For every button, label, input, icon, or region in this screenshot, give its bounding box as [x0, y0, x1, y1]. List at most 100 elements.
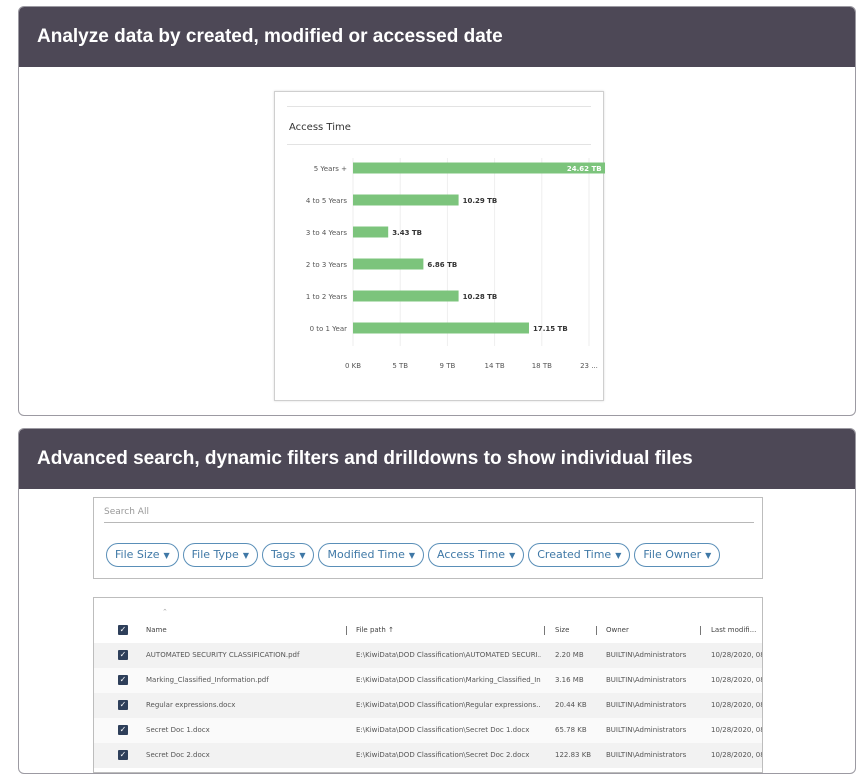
- cell-file-path: E:\KiwiData\DOD Classification\Secret Do…: [356, 751, 530, 759]
- column-separator[interactable]: [346, 626, 347, 635]
- table-row[interactable]: ✓ AUTOMATED SECURITY CLASSIFICATION.pdf …: [94, 643, 762, 668]
- caret-down-icon: ▼: [163, 551, 170, 560]
- filter-created-time[interactable]: Created Time ▼: [528, 543, 631, 567]
- caret-down-icon: ▼: [242, 551, 249, 560]
- cell-last-modified: 10/28/2020, 08:...: [711, 676, 762, 684]
- category-label: 0 to 1 Year: [310, 325, 348, 333]
- row-checkbox[interactable]: ✓: [118, 650, 128, 660]
- resize-handle-icon: ⌃: [162, 609, 168, 616]
- caret-down-icon: ▼: [509, 551, 516, 560]
- cell-size: 3.16 MB: [555, 676, 584, 684]
- cell-owner: BUILTIN\Administrators: [606, 651, 687, 659]
- filter-label: Tags: [270, 548, 296, 561]
- cell-last-modified: 10/28/2020, 08:...: [711, 751, 762, 759]
- table-row[interactable]: ✓ Secret Doc 2.docx E:\KiwiData\DOD Clas…: [94, 743, 762, 768]
- cell-name: AUTOMATED SECURITY CLASSIFICATION.pdf: [146, 651, 300, 659]
- cell-size: 20.44 KB: [555, 701, 587, 709]
- data-label: 3.43 TB: [392, 229, 422, 237]
- section-header-analyze: Analyze data by created, modified or acc…: [19, 7, 855, 67]
- x-tick-label: 23 ...: [580, 362, 598, 370]
- category-label: 1 to 2 Years: [306, 293, 347, 301]
- filter-label: Access Time: [437, 548, 506, 561]
- cell-last-modified: 10/28/2020, 08:...: [711, 701, 762, 709]
- row-checkbox[interactable]: ✓: [118, 725, 128, 735]
- x-tick-label: 18 TB: [532, 362, 552, 370]
- category-label: 3 to 4 Years: [306, 229, 347, 237]
- category-label: 4 to 5 Years: [306, 197, 347, 205]
- caret-down-icon: ▼: [705, 551, 712, 560]
- x-tick-label: 14 TB: [484, 362, 504, 370]
- row-checkbox[interactable]: ✓: [118, 675, 128, 685]
- cell-name: Secret Doc 2.docx: [146, 751, 210, 759]
- data-label: 6.86 TB: [427, 261, 457, 269]
- row-checkbox[interactable]: ✓: [118, 750, 128, 760]
- bar: [353, 226, 389, 238]
- filter-file-size[interactable]: File Size ▼: [106, 543, 179, 567]
- cell-file-path: E:\KiwiData\DOD Classification\AUTOMATED…: [356, 651, 541, 659]
- filter-chip-row: File Size ▼ File Type ▼ Tags ▼ Modified Tim…: [106, 543, 721, 567]
- cell-file-path: E:\KiwiData\DOD Classification\Marking_C…: [356, 676, 541, 684]
- bar: [353, 322, 529, 334]
- column-separator[interactable]: [544, 626, 545, 635]
- filter-tags[interactable]: Tags ▼: [261, 543, 315, 567]
- search-section: Advanced search, dynamic filters and dri…: [18, 428, 856, 774]
- cell-size: 122.83 KB: [555, 751, 592, 759]
- section-header-search: Advanced search, dynamic filters and dri…: [19, 429, 855, 489]
- cell-owner: BUILTIN\Administrators: [606, 676, 687, 684]
- cell-last-modified: 10/28/2020, 08:...: [711, 726, 762, 734]
- access-time-section: Analyze data by created, modified or acc…: [18, 6, 856, 416]
- cell-name: Secret Doc 1.docx: [146, 726, 210, 734]
- x-tick-label: 5 TB: [392, 362, 408, 370]
- caret-down-icon: ▼: [615, 551, 622, 560]
- table-row[interactable]: ✓ Marking_Classified_Information.pdf E:\…: [94, 668, 762, 693]
- filter-label: Modified Time: [327, 548, 405, 561]
- search-input[interactable]: [104, 502, 754, 523]
- filter-modified-time[interactable]: Modified Time ▼: [318, 543, 424, 567]
- filter-label: File Type: [191, 548, 239, 561]
- bar: [353, 194, 459, 206]
- table-row[interactable]: ✓ Regular expressions.docx E:\KiwiData\D…: [94, 693, 762, 718]
- table-row[interactable]: ✓ Secret Doc 1.docx E:\KiwiData\DOD Clas…: [94, 718, 762, 743]
- column-separator[interactable]: [596, 626, 597, 635]
- cell-file-path: E:\KiwiData\DOD Classification\Secret Do…: [356, 726, 530, 734]
- column-separator[interactable]: [700, 626, 701, 635]
- filter-file-type[interactable]: File Type ▼: [182, 543, 258, 567]
- data-label: 24.62 TB: [567, 165, 602, 173]
- column-header-last-modified[interactable]: Last modifi...: [711, 618, 756, 643]
- search-filter-panel: File Size▼ File Type▼ Tags▼ Modified Tim…: [93, 497, 763, 579]
- access-time-bar-chart: 0 KB 5 TB 9 TB 14 TB 18 TB 23 ... 5 Years + 24.…: [306, 158, 605, 370]
- cell-file-path: E:\KiwiData\DOD Classification\Regular e…: [356, 701, 541, 709]
- row-checkbox[interactable]: ✓: [118, 700, 128, 710]
- cell-owner: BUILTIN\Administrators: [606, 726, 687, 734]
- column-header-owner[interactable]: Owner: [606, 618, 629, 643]
- filter-file-owner[interactable]: File Owner ▼: [634, 543, 721, 567]
- x-tick-label: 0 KB: [345, 362, 361, 370]
- data-label: 10.28 TB: [463, 293, 498, 301]
- category-label: 2 to 3 Years: [306, 261, 347, 269]
- caret-down-icon: ▼: [299, 551, 306, 560]
- filter-access-time[interactable]: Access Time ▼: [428, 543, 525, 567]
- select-all-checkbox[interactable]: ✓: [118, 625, 128, 635]
- filter-label: File Size: [115, 548, 160, 561]
- caret-down-icon: ▼: [408, 551, 415, 560]
- bar: [353, 290, 459, 302]
- cell-size: 65.78 KB: [555, 726, 587, 734]
- cell-name: Marking_Classified_Information.pdf: [146, 676, 269, 684]
- cell-last-modified: 10/28/2020, 08:...: [711, 651, 762, 659]
- filter-label: File Owner: [643, 548, 702, 561]
- column-header-name[interactable]: Name: [146, 618, 167, 643]
- bar: [353, 258, 424, 270]
- x-tick-label: 9 TB: [440, 362, 456, 370]
- table-header-row: ✓ Name File path ↑ Size Owner Last modif…: [94, 618, 762, 643]
- cell-size: 2.20 MB: [555, 651, 584, 659]
- cell-name: Regular expressions.docx: [146, 701, 236, 709]
- access-time-chart-card: Access Time 0 KB 5 TB 9 TB 14 TB 18 TB 23 ...…: [274, 91, 605, 401]
- data-label: 17.15 TB: [533, 325, 568, 333]
- cell-owner: BUILTIN\Administrators: [606, 701, 687, 709]
- column-header-size[interactable]: Size: [555, 618, 569, 643]
- column-header-file-path[interactable]: File path ↑: [356, 618, 394, 643]
- filter-label: Created Time: [537, 548, 612, 561]
- cell-owner: BUILTIN\Administrators: [606, 751, 687, 759]
- data-label: 10.29 TB: [463, 197, 498, 205]
- category-label: 5 Years +: [314, 165, 347, 173]
